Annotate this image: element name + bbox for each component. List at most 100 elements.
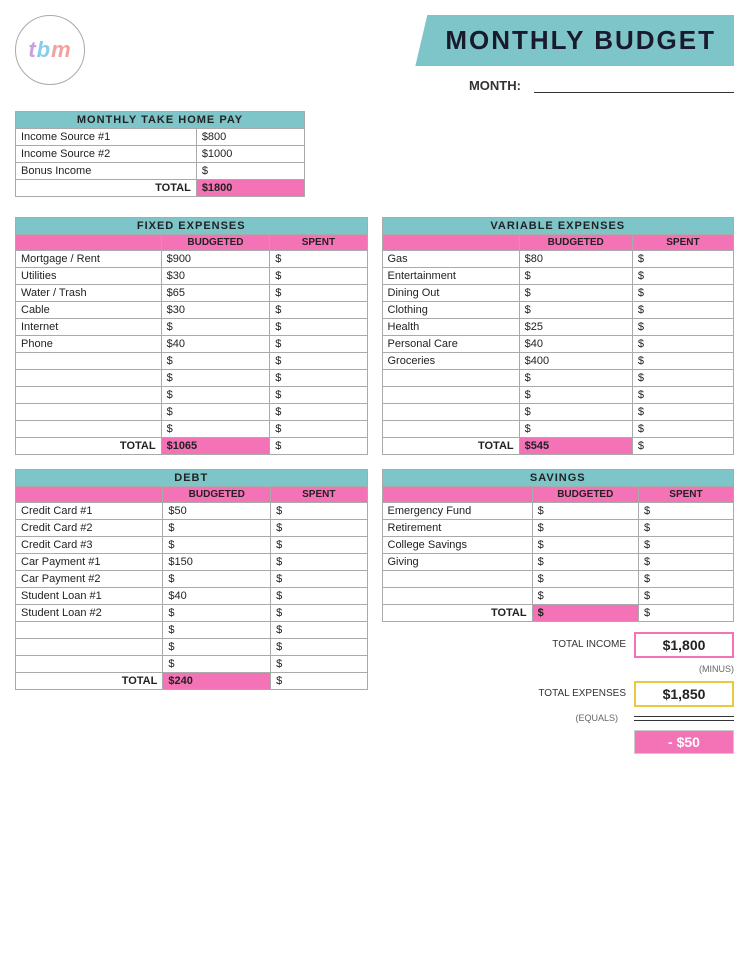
row-budgeted[interactable]: $30 bbox=[161, 268, 270, 285]
row-spent[interactable]: $ bbox=[270, 404, 367, 421]
row-budgeted[interactable]: $25 bbox=[519, 319, 632, 336]
row-spent[interactable]: $ bbox=[270, 421, 367, 438]
row-spent[interactable]: $ bbox=[270, 336, 367, 353]
total-spent[interactable]: $ bbox=[638, 605, 733, 622]
table-row: $ $ bbox=[16, 622, 368, 639]
row-label bbox=[16, 370, 162, 387]
row-spent[interactable]: $ bbox=[632, 421, 733, 438]
row-budgeted[interactable]: $ bbox=[532, 571, 638, 588]
row-spent[interactable]: $ bbox=[271, 571, 367, 588]
row-budgeted[interactable]: $ bbox=[519, 404, 632, 421]
row-spent[interactable]: $ bbox=[632, 302, 733, 319]
row-budgeted[interactable]: $ bbox=[163, 605, 271, 622]
row-spent[interactable]: $ bbox=[270, 251, 367, 268]
row-spent[interactable]: $ bbox=[270, 387, 367, 404]
table-row: Student Loan #1 $40 $ bbox=[16, 588, 368, 605]
row-spent[interactable]: $ bbox=[632, 387, 733, 404]
row-budgeted[interactable]: $ bbox=[519, 268, 632, 285]
row-spent[interactable]: $ bbox=[271, 503, 367, 520]
row-budgeted[interactable]: $ bbox=[519, 302, 632, 319]
variable-col-budgeted: BUDGETED bbox=[519, 235, 632, 251]
row-spent[interactable]: $ bbox=[271, 605, 367, 622]
row-budgeted[interactable]: $ bbox=[519, 285, 632, 302]
row-spent[interactable]: $ bbox=[270, 285, 367, 302]
row-spent[interactable]: $ bbox=[632, 370, 733, 387]
table-row: $ $ bbox=[16, 404, 368, 421]
variable-col-name bbox=[382, 235, 519, 251]
row-budgeted[interactable]: $ bbox=[519, 387, 632, 404]
total-spent[interactable]: $ bbox=[632, 438, 733, 455]
row-spent[interactable]: $ bbox=[271, 656, 367, 673]
total-budgeted[interactable]: $240 bbox=[163, 673, 271, 690]
row-budgeted[interactable]: $400 bbox=[519, 353, 632, 370]
row-spent[interactable]: $ bbox=[271, 520, 367, 537]
row-spent[interactable]: $ bbox=[632, 285, 733, 302]
row-spent[interactable]: $ bbox=[638, 503, 733, 520]
row-budgeted[interactable]: $ bbox=[161, 421, 270, 438]
total-budgeted[interactable]: $1065 bbox=[161, 438, 270, 455]
row-spent[interactable]: $ bbox=[270, 268, 367, 285]
total-spent[interactable]: $ bbox=[271, 673, 367, 690]
row-budgeted[interactable]: $ bbox=[532, 554, 638, 571]
row-budgeted[interactable]: $ bbox=[163, 622, 271, 639]
row-budgeted[interactable]: $80 bbox=[519, 251, 632, 268]
row-budgeted[interactable]: $ bbox=[163, 537, 271, 554]
row-spent[interactable]: $ bbox=[271, 639, 367, 656]
income-value-3[interactable]: $ bbox=[196, 163, 304, 180]
row-spent[interactable]: $ bbox=[632, 353, 733, 370]
total-budgeted[interactable]: $545 bbox=[519, 438, 632, 455]
expenses-grid: FIXED EXPENSES BUDGETED SPENT Mortgage /… bbox=[15, 217, 734, 455]
row-spent[interactable]: $ bbox=[638, 571, 733, 588]
row-spent[interactable]: $ bbox=[271, 622, 367, 639]
row-label: Mortgage / Rent bbox=[16, 251, 162, 268]
row-label: Personal Care bbox=[382, 336, 519, 353]
total-budgeted[interactable]: $ bbox=[532, 605, 638, 622]
row-budgeted[interactable]: $ bbox=[161, 404, 270, 421]
row-budgeted[interactable]: $40 bbox=[519, 336, 632, 353]
month-value[interactable] bbox=[534, 92, 734, 93]
row-budgeted[interactable]: $65 bbox=[161, 285, 270, 302]
row-spent[interactable]: $ bbox=[638, 554, 733, 571]
total-spent[interactable]: $ bbox=[270, 438, 367, 455]
row-budgeted[interactable]: $ bbox=[161, 370, 270, 387]
row-spent[interactable]: $ bbox=[270, 353, 367, 370]
row-spent[interactable]: $ bbox=[271, 537, 367, 554]
row-spent[interactable]: $ bbox=[638, 520, 733, 537]
row-budgeted[interactable]: $40 bbox=[163, 588, 271, 605]
row-budgeted[interactable]: $150 bbox=[163, 554, 271, 571]
row-label: Cable bbox=[16, 302, 162, 319]
income-value-2[interactable]: $1000 bbox=[196, 146, 304, 163]
row-budgeted[interactable]: $50 bbox=[163, 503, 271, 520]
row-spent[interactable]: $ bbox=[632, 319, 733, 336]
row-spent[interactable]: $ bbox=[632, 268, 733, 285]
row-budgeted[interactable]: $ bbox=[161, 353, 270, 370]
row-spent[interactable]: $ bbox=[632, 404, 733, 421]
row-budgeted[interactable]: $ bbox=[532, 520, 638, 537]
row-budgeted[interactable]: $ bbox=[163, 656, 271, 673]
row-spent[interactable]: $ bbox=[638, 537, 733, 554]
row-budgeted[interactable]: $ bbox=[532, 503, 638, 520]
row-spent[interactable]: $ bbox=[638, 588, 733, 605]
row-budgeted[interactable]: $ bbox=[161, 387, 270, 404]
row-budgeted[interactable]: $40 bbox=[161, 336, 270, 353]
row-spent[interactable]: $ bbox=[271, 588, 367, 605]
row-spent[interactable]: $ bbox=[632, 336, 733, 353]
row-label bbox=[16, 421, 162, 438]
row-budgeted[interactable]: $ bbox=[161, 319, 270, 336]
row-budgeted[interactable]: $ bbox=[163, 639, 271, 656]
row-budgeted[interactable]: $ bbox=[532, 537, 638, 554]
income-total-value[interactable]: $1800 bbox=[196, 180, 304, 197]
row-spent[interactable]: $ bbox=[270, 370, 367, 387]
row-spent[interactable]: $ bbox=[270, 302, 367, 319]
row-budgeted[interactable]: $ bbox=[532, 588, 638, 605]
row-spent[interactable]: $ bbox=[632, 251, 733, 268]
row-budgeted[interactable]: $ bbox=[519, 370, 632, 387]
row-budgeted[interactable]: $900 bbox=[161, 251, 270, 268]
row-budgeted[interactable]: $ bbox=[163, 520, 271, 537]
row-budgeted[interactable]: $ bbox=[519, 421, 632, 438]
row-spent[interactable]: $ bbox=[271, 554, 367, 571]
row-budgeted[interactable]: $30 bbox=[161, 302, 270, 319]
row-spent[interactable]: $ bbox=[270, 319, 367, 336]
income-value-1[interactable]: $800 bbox=[196, 129, 304, 146]
row-budgeted[interactable]: $ bbox=[163, 571, 271, 588]
